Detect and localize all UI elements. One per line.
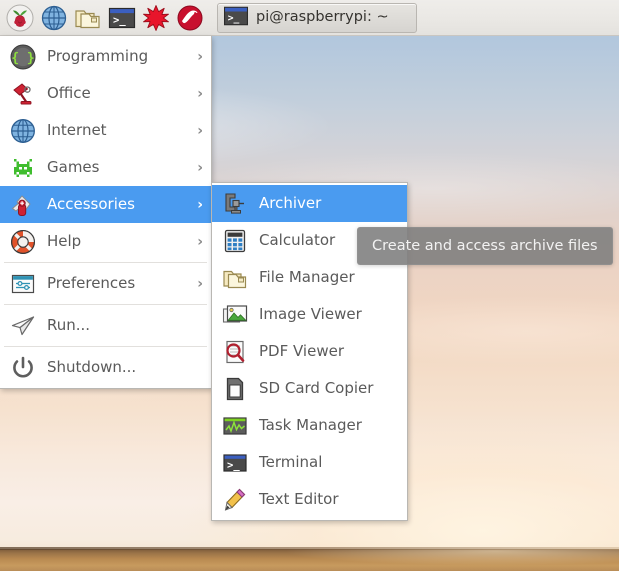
submenu-item-label: Terminal [259,455,399,470]
submenu-item-label: File Manager [259,270,399,285]
svg-text:{ }: { } [11,51,34,66]
menu-item-accessories[interactable]: Accessories › [0,186,211,223]
top-panel-taskbar: >_ >_ pi@raspberrypi: ~ [0,0,619,36]
submenu-item-label: Image Viewer [259,307,399,322]
taskbar-window-button[interactable]: >_ pi@raspberrypi: ~ [217,3,417,33]
menu-item-preferences[interactable]: Preferences › [0,265,211,302]
menu-item-help[interactable]: Help › [0,223,211,260]
menu-separator [4,262,207,263]
calculator-icon [221,227,249,255]
chevron-right-icon: › [193,161,203,175]
run-paperplane-icon [9,312,37,340]
menu-item-shutdown[interactable]: Shutdown... [0,349,211,386]
task-manager-icon [221,412,249,440]
menu-item-programming[interactable]: { } Programming › [0,38,211,75]
raspberry-menu-icon[interactable] [3,1,37,35]
menu-item-label: Run... [47,318,183,333]
help-lifebuoy-icon [9,228,37,256]
office-lamp-icon [9,80,37,108]
submenu-item-task-manager[interactable]: Task Manager [212,407,407,444]
menu-item-label: Programming [47,49,183,64]
menu-item-internet[interactable]: Internet › [0,112,211,149]
submenu-item-image-viewer[interactable]: Image Viewer [212,296,407,333]
submenu-item-archiver[interactable]: Archiver [212,185,407,222]
submenu-item-terminal[interactable]: >_ Terminal [212,444,407,481]
programming-icon: { } [9,43,37,71]
shutdown-power-icon [9,354,37,382]
wallpaper-horizon-ground [0,549,619,571]
menu-item-games[interactable]: Games › [0,149,211,186]
tooltip-text: Create and access archive files [372,239,598,254]
taskbar-window-label: pi@raspberrypi: ~ [256,10,389,25]
svg-text:>_: >_ [228,13,240,24]
menu-item-label: Help [47,234,183,249]
wolfram-icon[interactable] [173,1,207,35]
games-invader-icon [9,154,37,182]
application-menu: { } Programming › Office › [0,36,212,389]
chevron-right-icon: › [193,235,203,249]
chevron-right-icon: › [193,277,203,291]
menu-item-label: Office [47,86,183,101]
tooltip: Create and access archive files [357,227,613,265]
menu-item-run[interactable]: Run... [0,307,211,344]
submenu-item-label: PDF Viewer [259,344,399,359]
preferences-sliders-icon [9,270,37,298]
chevron-right-icon: › [193,87,203,101]
submenu-item-label: Archiver [259,196,399,211]
submenu-item-pdf-viewer[interactable]: PDF Viewer [212,333,407,370]
submenu-item-label: Task Manager [259,418,399,433]
submenu-item-text-editor[interactable]: Text Editor [212,481,407,518]
svg-text:>_: >_ [113,14,126,26]
menu-item-label: Internet [47,123,183,138]
menu-item-label: Preferences [47,276,183,291]
pdf-viewer-icon [221,338,249,366]
menu-item-label: Accessories [47,197,183,212]
mathematica-icon[interactable] [139,1,173,35]
submenu-item-sd-card-copier[interactable]: SD Card Copier [212,370,407,407]
image-viewer-icon [221,301,249,329]
menu-item-office[interactable]: Office › [0,75,211,112]
terminal-icon: >_ [221,449,249,477]
accessories-knife-icon [9,191,37,219]
chevron-right-icon: › [193,124,203,138]
menu-item-label: Games [47,160,183,175]
desktop-screen: >_ >_ pi@raspberrypi: ~ [0,0,619,571]
submenu-item-label: Text Editor [259,492,399,507]
file-manager-icon [221,264,249,292]
sd-card-icon [221,375,249,403]
file-manager-icon[interactable] [71,1,105,35]
svg-text:>_: >_ [227,459,240,471]
menu-separator [4,304,207,305]
terminal-icon: >_ [223,5,249,31]
text-editor-pencil-icon [221,486,249,514]
menu-item-label: Shutdown... [47,360,183,375]
submenu-item-label: SD Card Copier [259,381,399,396]
chevron-right-icon: › [193,50,203,64]
archiver-clamp-icon [221,190,249,218]
terminal-icon[interactable]: >_ [105,1,139,35]
web-browser-icon[interactable] [37,1,71,35]
menu-separator [4,346,207,347]
internet-globe-icon [9,117,37,145]
chevron-right-icon: › [193,198,203,212]
